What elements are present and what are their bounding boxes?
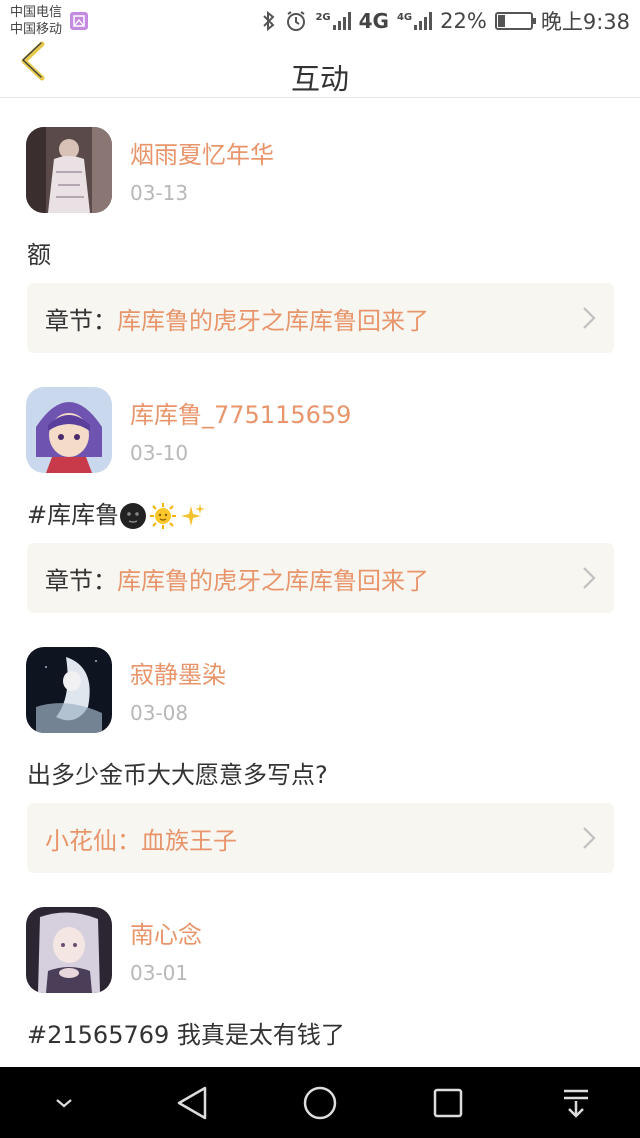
signal-2g: 2G [315,12,351,30]
interaction-feed[interactable]: 烟雨夏忆年华 03-13 额 章节： 库库鲁的虎牙之库库鲁回来了 库库鲁_775… [0,99,640,1067]
battery-percent: 22% [440,9,487,33]
status-bar: 中国电信 中国移动 2G 4G 4G 22% 晚上9:38 [0,0,640,42]
chapter-prefix: 章节： [45,306,117,335]
gallery-notification-icon [70,12,89,30]
chevron-down-icon [56,1098,72,1107]
carrier-2: 中国移动 [10,22,63,37]
square-recents-icon [433,1088,463,1117]
network-4g-label: 4G [358,9,389,33]
emoji-row [119,502,207,530]
carrier-labels: 中国电信 中国移动 [10,4,62,38]
avatar[interactable] [26,647,112,733]
nav-back-button[interactable] [162,1073,222,1133]
status-icons: 2G 4G 4G 22% 晚上9:38 [261,6,630,36]
comment-text: #库库鲁 [27,495,207,530]
chevron-right-icon [583,567,596,589]
comment-text: 额 [27,241,51,269]
comment-text: #21565769 我真是太有钱了 [27,1021,345,1049]
nav-notification-button[interactable] [546,1073,606,1133]
bluetooth-icon [263,10,275,32]
signal-bars-icon [332,12,351,30]
battery-icon [494,12,536,30]
list-item: 南心念 03-01 #21565769 我真是太有钱了 [0,879,640,1067]
avatar[interactable] [26,907,112,993]
chevron-right-icon [583,827,596,849]
comment-text: 出多少金币大大愿意多写点? [27,761,328,789]
battery-fill [497,15,505,27]
avatar[interactable] [26,127,112,213]
post-date: 03-08 [130,701,189,725]
chapter-prefix: 章节： [45,566,117,595]
new-moon-face-icon [120,503,147,529]
chevron-right-icon [583,307,596,329]
avatar[interactable] [26,387,112,473]
username[interactable]: 烟雨夏忆年华 [130,135,274,170]
username[interactable]: 南心念 [130,915,202,950]
username[interactable]: 寂静墨染 [130,655,226,690]
list-item: 烟雨夏忆年华 03-13 额 章节： 库库鲁的虎牙之库库鲁回来了 [0,99,640,359]
carrier-1: 中国电信 [10,5,63,20]
post-date: 03-01 [130,961,189,985]
username[interactable]: 库库鲁_775115659 [130,395,351,430]
list-item: 寂静墨染 03-08 出多少金币大大愿意多写点? 小花仙：血族王子 [0,619,640,879]
pull-down-icon [564,1089,588,1118]
chapter-title: 库库鲁的虎牙之库库鲁回来了 [117,306,429,335]
alarm-icon [287,11,306,31]
nav-recents-button[interactable] [418,1073,478,1133]
system-nav-bar [0,1067,640,1138]
nav-home-button[interactable] [290,1073,350,1133]
triangle-back-icon [177,1086,207,1119]
nav-collapse-button[interactable] [34,1073,94,1133]
circle-home-icon [303,1086,337,1119]
sparkles-icon [181,504,206,526]
chapter-link[interactable]: 章节： 库库鲁的虎牙之库库鲁回来了 [27,543,614,613]
app-header: 互动 [0,41,640,98]
post-date: 03-10 [130,441,189,465]
chapter-link[interactable]: 小花仙：血族王子 [27,803,614,873]
sun-face-icon [150,503,177,529]
status-time: 晚上9:38 [540,10,630,34]
signal-bars-icon-2 [414,12,433,30]
chapter-title: 库库鲁的虎牙之库库鲁回来了 [117,566,429,595]
chapter-link[interactable]: 章节： 库库鲁的虎牙之库库鲁回来了 [27,283,614,353]
signal-4g: 4G [397,12,433,30]
chapter-title: 小花仙：血族王子 [45,826,237,855]
comment-text-body: #库库鲁 [27,501,120,529]
page-title: 互动 [290,62,349,96]
list-item: 库库鲁_775115659 03-10 #库库鲁 章节： 库库鲁的虎牙之库库鲁回… [0,359,640,619]
post-date: 03-13 [130,181,189,205]
